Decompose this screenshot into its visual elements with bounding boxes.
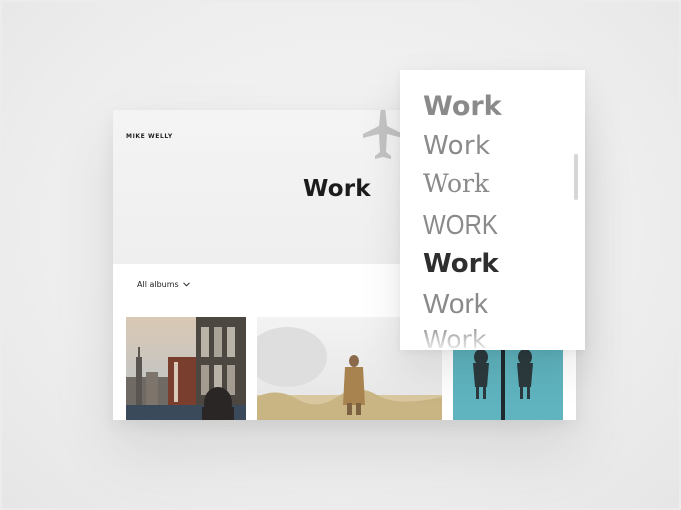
brand-logo[interactable]: MIKE WELLY <box>126 133 173 140</box>
albums-dropdown[interactable]: All albums <box>137 280 190 289</box>
font-option[interactable]: WORK <box>423 211 498 239</box>
page-title: Work <box>303 176 371 202</box>
scrollbar-thumb[interactable] <box>574 154 578 200</box>
font-option[interactable]: Work <box>423 290 488 318</box>
font-picker-panel[interactable]: Work Work Work WORK Work Work Work <box>400 70 585 350</box>
chevron-down-icon <box>182 282 190 287</box>
albums-dropdown-label: All albums <box>137 280 179 289</box>
font-option[interactable]: Work <box>423 171 489 196</box>
city-building-photo[interactable] <box>126 317 246 420</box>
font-option[interactable]: Work <box>423 93 502 120</box>
font-option[interactable]: Work <box>423 133 490 159</box>
airplane-icon <box>363 110 403 159</box>
city-building-image <box>126 317 246 420</box>
font-option-selected[interactable]: Work <box>423 251 499 277</box>
font-option[interactable]: Work <box>423 327 486 350</box>
